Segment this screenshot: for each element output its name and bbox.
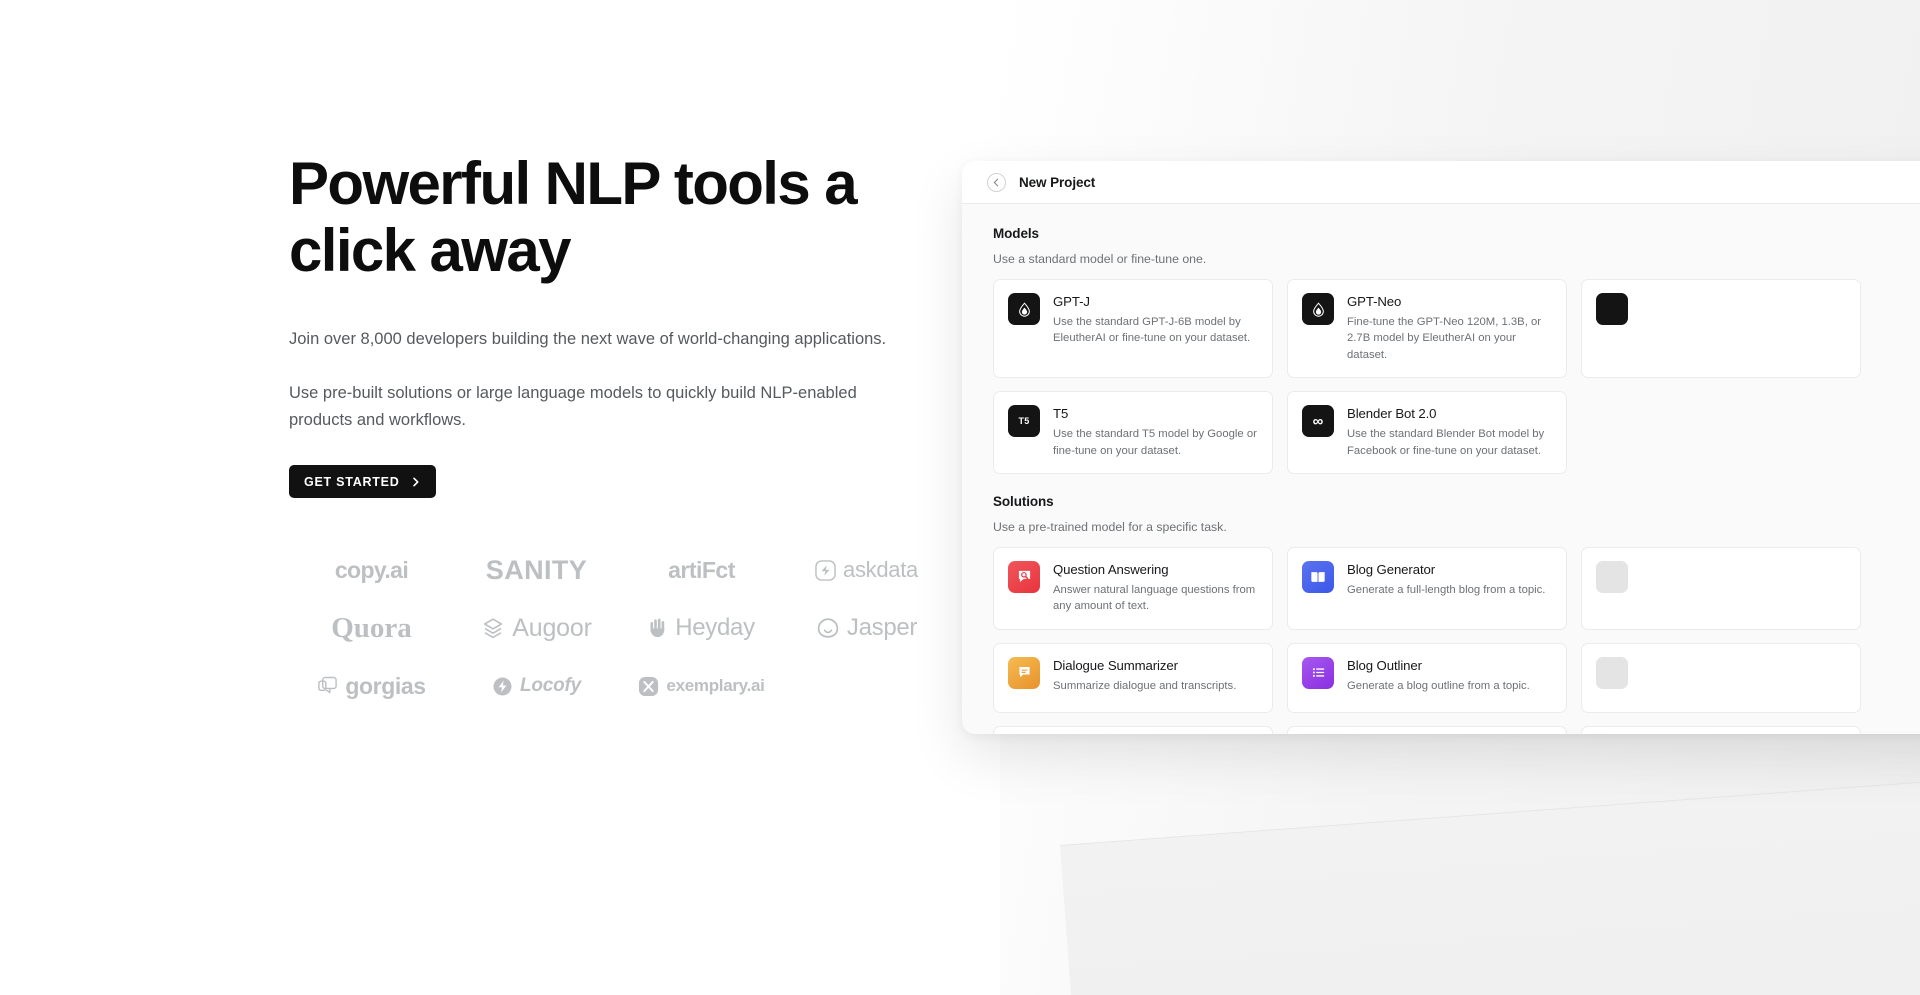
section-models-subtitle: Use a standard model or fine-tune one. [993, 252, 1207, 266]
solution-card-partial-right-1[interactable] [1581, 546, 1861, 630]
logo-copy-ai: copy.ai [334, 556, 409, 583]
model-name: Blender Bot 2.0 [1347, 406, 1437, 422]
logo-heyday: Heyday [648, 614, 755, 642]
gorgias-chat-icon [317, 676, 338, 697]
page-title: Powerful NLP tools a click away [289, 150, 858, 285]
model-name: T5 [1053, 406, 1069, 422]
section-solutions-subtitle: Use a pre-trained model for a specific t… [993, 519, 1227, 534]
list-icon [1302, 656, 1334, 689]
model-card-blender-bot[interactable]: ∞ Blender Bot 2.0 Use the standard Blend… [1287, 391, 1567, 474]
askdata-spark-icon [815, 560, 836, 581]
solution-card-text-summarizer[interactable]: Text Summarizer Summarize open-ended tex… [993, 725, 1273, 734]
solution-card-dialogue-summarizer[interactable]: Dialogue Summarizer Summarize dialogue a… [993, 642, 1273, 713]
logo-askdata: askdata [815, 557, 918, 583]
solution-icon-placeholder [1596, 656, 1628, 689]
solution-icon-placeholder [1596, 560, 1628, 593]
jasper-face-icon [816, 617, 840, 639]
model-description: Use the standard GPT-J-6B model by Eleut… [1053, 316, 1251, 345]
t5-logo-icon: T5 [1008, 405, 1040, 438]
section-solutions-title: Solutions [993, 493, 1054, 509]
panel-title: New Project [1019, 174, 1096, 190]
logo-exemplary-ai: exemplary.ai [638, 676, 765, 697]
logo-locofy: Locofy [492, 675, 581, 697]
solution-name: Dialogue Summarizer [1053, 657, 1178, 673]
get-started-button[interactable]: GET STARTED [289, 465, 436, 499]
augoor-layers-icon [481, 616, 505, 640]
model-card-gpt-j[interactable]: GPT-J Use the standard GPT-J-6B model by… [993, 279, 1273, 379]
logo-jasper: Jasper [816, 614, 917, 642]
meta-infinity-icon: ∞ [1302, 405, 1334, 438]
solutions-card-grid: Question Answering Answer natural langua… [993, 546, 1920, 734]
panel-header: New Project [962, 161, 1920, 204]
models-card-grid: GPT-J Use the standard GPT-J-6B model by… [993, 279, 1920, 474]
chevron-right-icon [411, 477, 421, 487]
logo-sanity: SANITY [485, 554, 588, 585]
book-icon [1302, 560, 1334, 593]
hero-lead-text: Join over 8,000 developers building the … [289, 330, 887, 349]
panel-body: Models Use a standard model or fine-tune… [962, 204, 1920, 734]
solution-description: Summarize dialogue and transcripts. [1053, 679, 1237, 692]
section-solutions: Solutions Use a pre-trained model for a … [993, 494, 1920, 734]
arrow-left-icon[interactable] [987, 172, 1006, 192]
solution-name: Question Answering [1053, 561, 1169, 577]
solution-name: Blog Generator [1347, 561, 1436, 577]
solution-card-question-answering[interactable]: Question Answering Answer natural langua… [993, 546, 1273, 630]
model-card-partial-right[interactable] [1581, 279, 1861, 379]
logo-artifct: artiFct [668, 556, 735, 583]
model-name: GPT-Neo [1347, 294, 1402, 309]
model-card-t5[interactable]: T5 T5 Use the standard T5 model by Googl… [993, 391, 1273, 474]
get-started-label: GET STARTED [304, 474, 400, 489]
eleutherai-logo-icon [1302, 293, 1334, 325]
model-name: GPT-J [1053, 294, 1090, 309]
solution-description: Generate a full-length blog from a topic… [1347, 583, 1546, 596]
model-description: Use the standard Blender Bot model by Fa… [1347, 428, 1545, 457]
eleutherai-logo-icon [1008, 293, 1040, 325]
hero-section: Powerful NLP tools a click away Join ove… [289, 150, 929, 715]
solution-card-partial-right-2[interactable] [1581, 642, 1861, 713]
solution-description: Generate a blog outline from a topic. [1347, 679, 1530, 692]
logo-gorgias: gorgias [317, 673, 426, 700]
section-models-title: Models [993, 226, 1039, 241]
model-description: Use the standard T5 model by Google or f… [1053, 428, 1257, 457]
solution-card-blog-generator[interactable]: Blog Generator Generate a full-length bl… [1287, 546, 1567, 630]
model-logo-icon [1596, 293, 1628, 325]
logo-augoor: Augoor [481, 614, 592, 643]
locofy-bolt-icon [492, 676, 513, 697]
solution-card-partial-right-3[interactable] [1581, 725, 1861, 734]
model-description: Fine-tune the GPT-Neo 120M, 1.3B, or 2.7… [1347, 316, 1542, 361]
heyday-hand-icon [648, 617, 668, 639]
section-models: Models Use a standard model or fine-tune… [993, 226, 1920, 474]
customer-logo-grid: copy.ai SANITY artiFct askdata Quora Aug… [289, 541, 929, 715]
exemplary-x-icon [638, 676, 659, 697]
new-project-panel: New Project Models Use a standard model … [962, 161, 1920, 734]
logo-quora: Quora [331, 611, 412, 644]
solution-card-emotion-classifier[interactable]: Emotion Classifier Classify text across … [1287, 725, 1567, 734]
solution-card-blog-outliner[interactable]: Blog Outliner Generate a blog outline fr… [1287, 642, 1567, 713]
chat-bubble-icon [1008, 656, 1040, 689]
question-answering-icon [1008, 560, 1040, 593]
hero-secondary-text: Use pre-built solutions or large languag… [289, 383, 857, 429]
solution-name: Blog Outliner [1347, 657, 1422, 673]
solution-description: Answer natural language questions from a… [1053, 583, 1256, 613]
model-card-gpt-neo[interactable]: GPT-Neo Fine-tune the GPT-Neo 120M, 1.3B… [1287, 279, 1567, 379]
page-root: Powerful NLP tools a click away Join ove… [0, 0, 1920, 995]
